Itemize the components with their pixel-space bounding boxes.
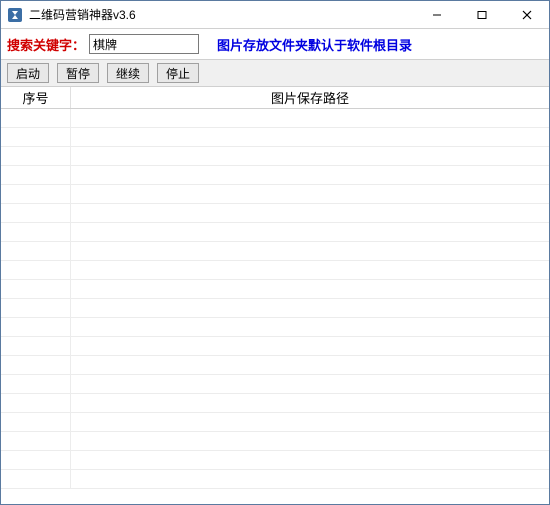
cell-path (71, 299, 549, 317)
cell-path (71, 223, 549, 241)
cell-index (1, 375, 71, 393)
minimize-button[interactable] (414, 1, 459, 28)
table-row[interactable] (1, 375, 549, 394)
cell-index (1, 432, 71, 450)
table-row[interactable] (1, 204, 549, 223)
stop-button[interactable]: 停止 (157, 63, 199, 83)
cell-path (71, 356, 549, 374)
cell-path (71, 375, 549, 393)
cell-index (1, 223, 71, 241)
cell-index (1, 109, 71, 127)
storage-note: 图片存放文件夹默认于软件根目录 (217, 35, 412, 54)
cell-index (1, 280, 71, 298)
cell-path (71, 261, 549, 279)
table-row[interactable] (1, 318, 549, 337)
app-icon (7, 7, 23, 23)
table-row[interactable] (1, 223, 549, 242)
cell-index (1, 318, 71, 336)
cell-index (1, 147, 71, 165)
table-row[interactable] (1, 299, 549, 318)
search-input[interactable] (89, 34, 199, 54)
start-button[interactable]: 启动 (7, 63, 49, 83)
titlebar: 二维码营销神器v3.6 (1, 1, 549, 29)
search-row: 搜索关键字： 图片存放文件夹默认于软件根目录 (1, 29, 549, 59)
cell-path (71, 242, 549, 260)
table-row[interactable] (1, 451, 549, 470)
cell-index (1, 204, 71, 222)
table-row[interactable] (1, 242, 549, 261)
table-row[interactable] (1, 470, 549, 489)
table-row[interactable] (1, 109, 549, 128)
pause-button[interactable]: 暂停 (57, 63, 99, 83)
table-row[interactable] (1, 394, 549, 413)
cell-index (1, 356, 71, 374)
table-row[interactable] (1, 261, 549, 280)
cell-index (1, 413, 71, 431)
table-row[interactable] (1, 337, 549, 356)
window-controls (414, 1, 549, 28)
cell-path (71, 318, 549, 336)
cell-index (1, 470, 71, 488)
cell-path (71, 147, 549, 165)
cell-index (1, 394, 71, 412)
column-index[interactable]: 序号 (1, 87, 71, 108)
table-row[interactable] (1, 413, 549, 432)
cell-path (71, 432, 549, 450)
cell-path (71, 204, 549, 222)
cell-path (71, 109, 549, 127)
cell-index (1, 451, 71, 469)
table-row[interactable] (1, 185, 549, 204)
cell-index (1, 166, 71, 184)
cell-path (71, 413, 549, 431)
table-row[interactable] (1, 432, 549, 451)
table-row[interactable] (1, 356, 549, 375)
cell-path (71, 470, 549, 488)
cell-path (71, 166, 549, 184)
search-label: 搜索关键字： (7, 35, 85, 54)
table-row[interactable] (1, 166, 549, 185)
maximize-button[interactable] (459, 1, 504, 28)
window-title: 二维码营销神器v3.6 (29, 6, 414, 23)
toolbar: 启动 暂停 继续 停止 (1, 59, 549, 87)
cell-path (71, 128, 549, 146)
table-row[interactable] (1, 147, 549, 166)
cell-index (1, 261, 71, 279)
table-header: 序号 图片保存路径 (1, 87, 549, 109)
close-button[interactable] (504, 1, 549, 28)
table-row[interactable] (1, 280, 549, 299)
cell-path (71, 451, 549, 469)
cell-path (71, 337, 549, 355)
cell-path (71, 185, 549, 203)
cell-index (1, 185, 71, 203)
table-row[interactable] (1, 128, 549, 147)
cell-index (1, 242, 71, 260)
results-table: 序号 图片保存路径 (1, 87, 549, 504)
cell-index (1, 337, 71, 355)
resume-button[interactable]: 继续 (107, 63, 149, 83)
cell-path (71, 394, 549, 412)
table-body (1, 109, 549, 504)
column-path[interactable]: 图片保存路径 (71, 87, 549, 108)
cell-path (71, 280, 549, 298)
cell-index (1, 128, 71, 146)
cell-index (1, 299, 71, 317)
app-window: 二维码营销神器v3.6 搜索关键字： 图片存放文件夹默认于软件根目录 启动 暂停… (0, 0, 550, 505)
